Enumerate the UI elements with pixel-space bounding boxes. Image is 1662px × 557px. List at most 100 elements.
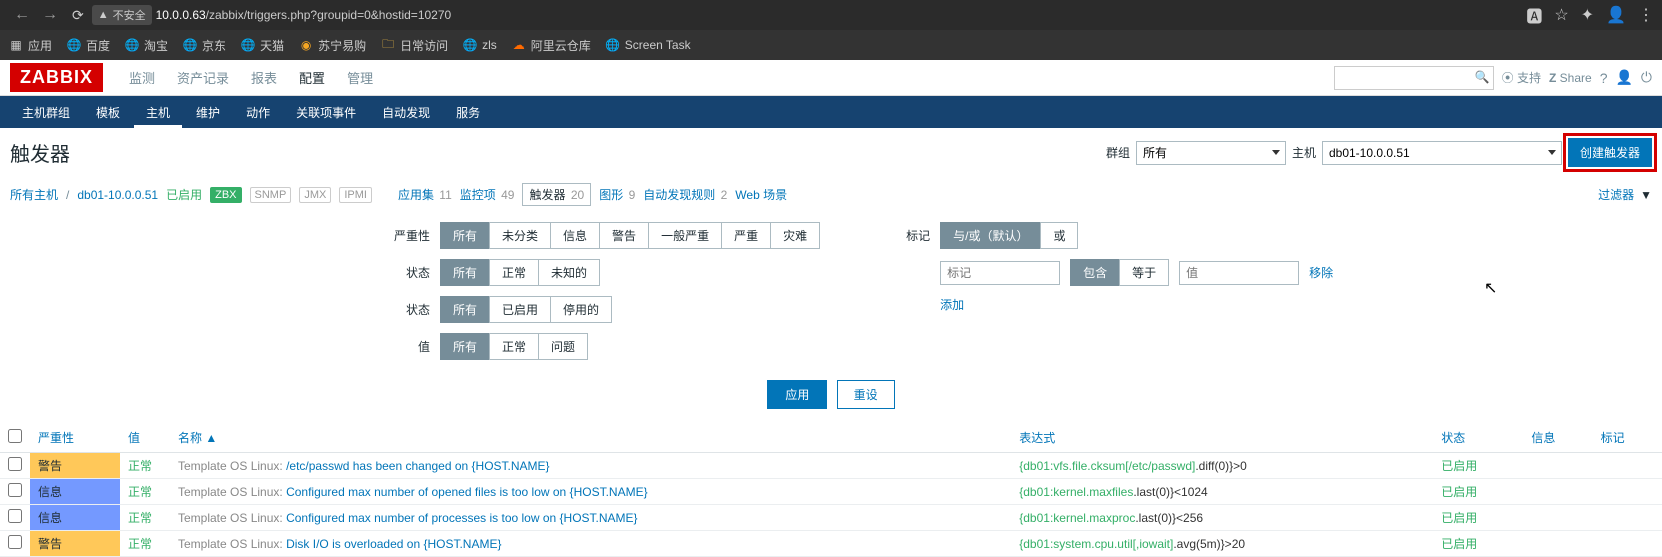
state-normal[interactable]: 正常 (489, 259, 539, 286)
status-link[interactable]: 已启用 (1441, 537, 1477, 551)
bookmark-item[interactable]: 🗀日常访问 (380, 37, 448, 54)
value-all[interactable]: 所有 (440, 333, 490, 360)
crumb-graphs[interactable]: 图形 9 (599, 186, 635, 203)
bookmark-item[interactable]: 🌐百度 (66, 37, 110, 54)
user-icon[interactable]: 👤 (1615, 69, 1632, 86)
severity-warning[interactable]: 警告 (599, 222, 649, 249)
filter-label[interactable]: 过滤器 (1598, 186, 1634, 203)
support-link[interactable]: ⦿ 支持 (1502, 69, 1541, 86)
value-problem[interactable]: 问题 (538, 333, 588, 360)
crumb-applications[interactable]: 应用集 11 (398, 186, 452, 203)
subnav-hosts[interactable]: 主机 (134, 97, 182, 128)
search-icon[interactable]: 🔍 (1475, 70, 1490, 84)
host-link[interactable]: db01-10.0.0.51 (77, 188, 158, 202)
tags-mode-or[interactable]: 或 (1040, 222, 1078, 249)
severity-unclassified[interactable]: 未分类 (489, 222, 551, 249)
crumb-web[interactable]: Web 场景 (735, 186, 787, 203)
bookmark-item[interactable]: 🌐天猫 (240, 37, 284, 54)
nav-administration[interactable]: 管理 (337, 60, 383, 95)
value-ok[interactable]: 正常 (489, 333, 539, 360)
bookmark-item[interactable]: ☁阿里云仓库 (511, 37, 591, 54)
translate-icon[interactable]: 🅰 (1526, 3, 1542, 27)
ipmi-tag[interactable]: IPMI (339, 187, 372, 203)
severity-disaster[interactable]: 灾难 (770, 222, 820, 249)
back-icon[interactable]: ← (14, 6, 30, 24)
bookmark-star-icon[interactable]: ☆ (1554, 5, 1568, 25)
trigger-name-link[interactable]: Configured max number of opened files is… (286, 485, 648, 499)
tag-op-equals[interactable]: 等于 (1119, 259, 1169, 286)
status-disabled[interactable]: 停用的 (550, 296, 612, 323)
severity-average[interactable]: 一般严重 (648, 222, 722, 249)
status-link[interactable]: 已启用 (1441, 459, 1477, 473)
snmp-tag[interactable]: SNMP (250, 187, 292, 203)
state-all[interactable]: 所有 (440, 259, 490, 286)
tag-value-input[interactable] (1179, 261, 1299, 285)
insecure-badge[interactable]: ▲ 不安全 (92, 5, 152, 25)
severity-all[interactable]: 所有 (440, 222, 490, 249)
url-display[interactable]: 10.0.0.63/zabbix/triggers.php?groupid=0&… (156, 8, 452, 22)
status-enabled[interactable]: 已启用 (489, 296, 551, 323)
share-link[interactable]: Z Share (1549, 71, 1592, 85)
apps-shortcut[interactable]: ▦应用 (8, 37, 52, 54)
bookmark-item[interactable]: 🌐zls (462, 37, 497, 53)
subnav-correlation[interactable]: 关联项事件 (284, 97, 368, 128)
state-unknown[interactable]: 未知的 (538, 259, 600, 286)
expression-key-link[interactable]: {db01:kernel.maxfiles (1019, 485, 1133, 499)
col-severity[interactable]: 严重性 (30, 423, 120, 453)
forward-icon[interactable]: → (42, 6, 58, 24)
tag-add-link[interactable]: 添加 (940, 296, 964, 313)
status-link[interactable]: 已启用 (1441, 511, 1477, 525)
extensions-icon[interactable]: ✦ (1581, 5, 1594, 25)
profile-icon[interactable]: 👤 (1606, 5, 1626, 25)
subnav-templates[interactable]: 模板 (84, 97, 132, 128)
bookmark-item[interactable]: 🌐京东 (182, 37, 226, 54)
create-trigger-button[interactable]: 创建触发器 (1568, 138, 1652, 167)
row-checkbox[interactable] (8, 483, 22, 497)
help-icon[interactable]: ? (1600, 70, 1608, 86)
jmx-tag[interactable]: JMX (299, 187, 331, 203)
tag-op-contains[interactable]: 包含 (1070, 259, 1120, 286)
filter-icon[interactable]: ▼ (1640, 188, 1652, 202)
status-link[interactable]: 已启用 (1441, 485, 1477, 499)
tags-mode-andor[interactable]: 与/或（默认） (940, 222, 1041, 249)
col-status[interactable]: 状态 (1433, 423, 1523, 453)
bookmark-item[interactable]: 🌐淘宝 (124, 37, 168, 54)
nav-monitoring[interactable]: 监测 (119, 60, 165, 95)
power-icon[interactable]: ⏻ (1641, 69, 1652, 86)
subnav-hostgroups[interactable]: 主机群组 (10, 97, 82, 128)
row-checkbox[interactable] (8, 509, 22, 523)
crumb-triggers[interactable]: 触发器 20 (522, 183, 591, 206)
expression-key-link[interactable]: {db01:system.cpu.util[,iowait] (1019, 537, 1173, 551)
all-hosts-link[interactable]: 所有主机 (10, 186, 58, 203)
group-select[interactable]: 所有 (1136, 141, 1286, 165)
subnav-maintenance[interactable]: 维护 (184, 97, 232, 128)
nav-inventory[interactable]: 资产记录 (167, 60, 239, 95)
zbx-tag[interactable]: ZBX (210, 187, 241, 203)
severity-info[interactable]: 信息 (550, 222, 600, 249)
nav-configuration[interactable]: 配置 (289, 60, 335, 95)
subnav-actions[interactable]: 动作 (234, 97, 282, 128)
expression-key-link[interactable]: {db01:vfs.file.cksum[/etc/passwd] (1019, 459, 1195, 473)
menu-icon[interactable]: ⋮ (1638, 5, 1654, 25)
search-input[interactable] (1334, 66, 1494, 90)
crumb-discovery[interactable]: 自动发现规则 2 (643, 186, 727, 203)
bookmark-item[interactable]: 🌐Screen Task (605, 37, 691, 53)
tag-remove-link[interactable]: 移除 (1309, 264, 1333, 281)
nav-reports[interactable]: 报表 (241, 60, 287, 95)
host-select[interactable]: db01-10.0.0.51 (1322, 141, 1562, 165)
trigger-name-link[interactable]: /etc/passwd has been changed on {HOST.NA… (286, 459, 550, 473)
reset-button[interactable]: 重设 (837, 380, 895, 409)
crumb-items[interactable]: 监控项 49 (460, 186, 515, 203)
trigger-name-link[interactable]: Disk I/O is overloaded on {HOST.NAME} (286, 537, 501, 551)
severity-high[interactable]: 严重 (721, 222, 771, 249)
bookmark-item[interactable]: ◉苏宁易购 (298, 37, 366, 54)
apply-button[interactable]: 应用 (767, 380, 827, 409)
row-checkbox[interactable] (8, 457, 22, 471)
row-checkbox[interactable] (8, 535, 22, 549)
reload-icon[interactable]: ⟳ (72, 7, 84, 24)
tag-name-input[interactable] (940, 261, 1060, 285)
zabbix-logo[interactable]: ZABBIX (10, 63, 103, 92)
subnav-services[interactable]: 服务 (444, 97, 492, 128)
subnav-discovery[interactable]: 自动发现 (370, 97, 442, 128)
select-all-checkbox[interactable] (8, 429, 22, 443)
